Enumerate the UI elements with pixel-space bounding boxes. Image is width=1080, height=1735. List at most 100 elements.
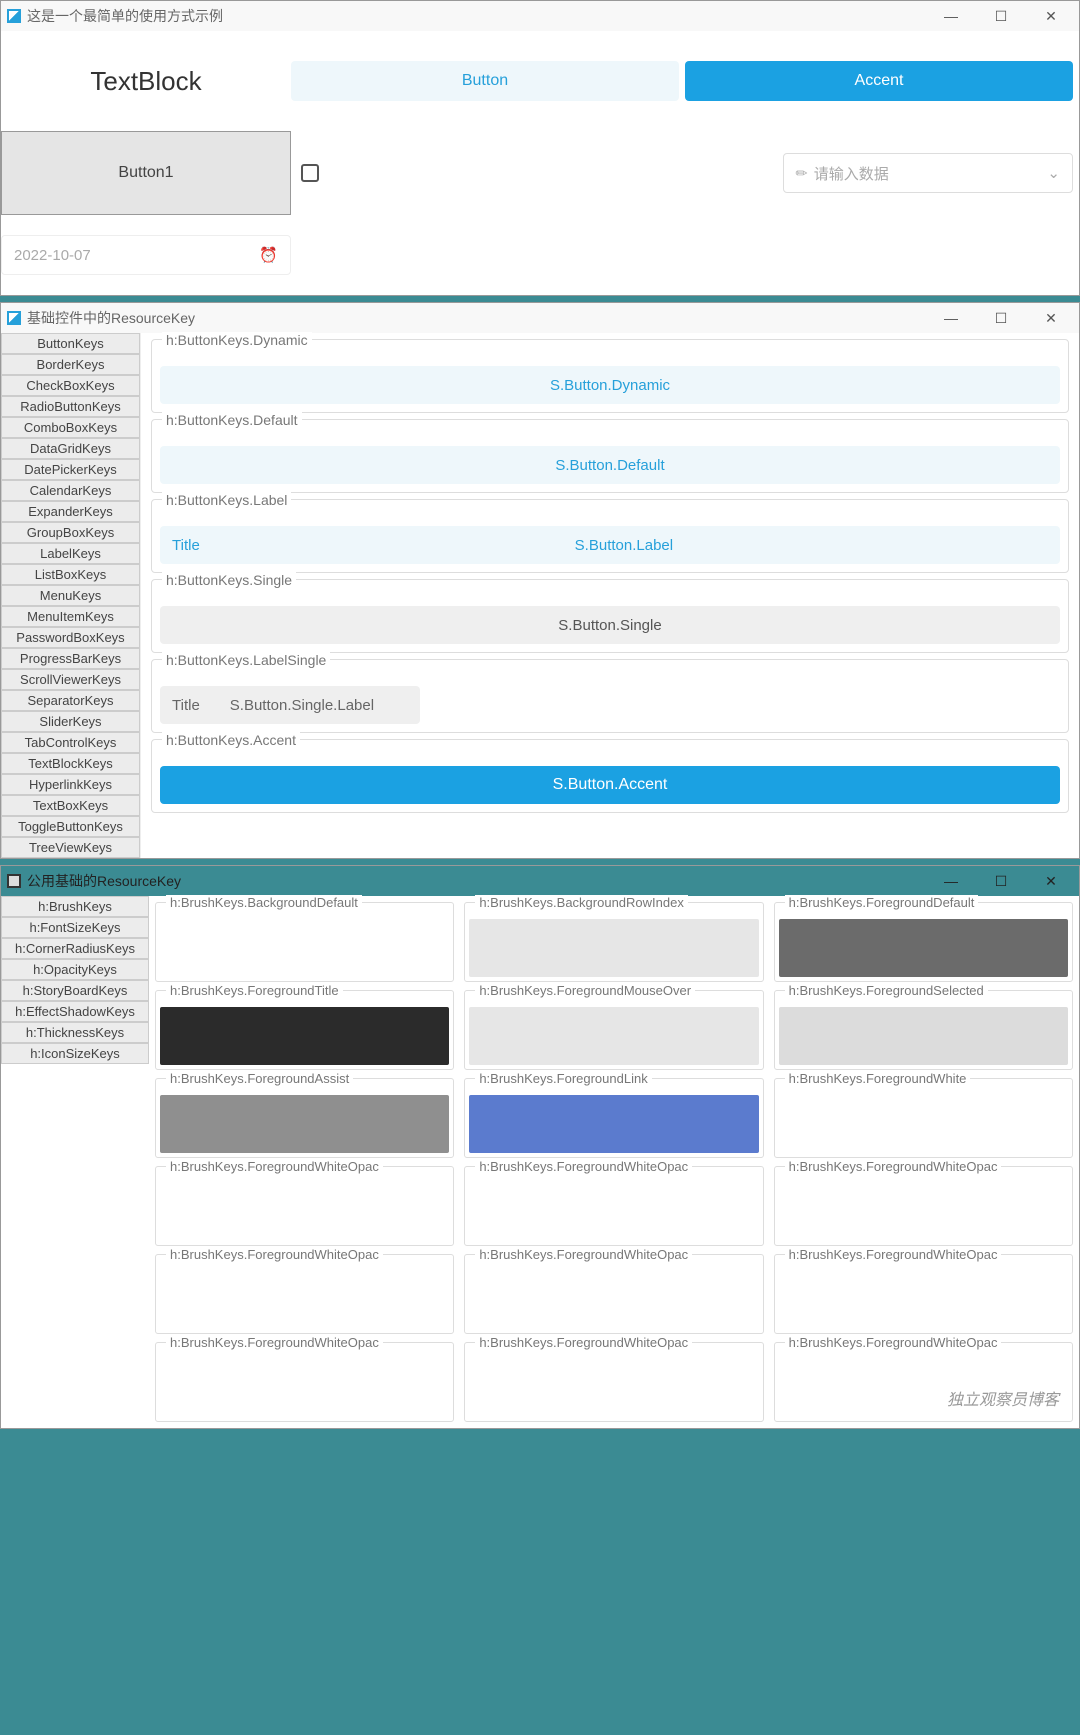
sidebar-item[interactable]: h:OpacityKeys: [1, 959, 149, 980]
window1-body: TextBlock Button Accent Button1 ✎ 请输入数据 …: [1, 31, 1079, 295]
sidebar-item[interactable]: LabelKeys: [1, 543, 140, 564]
sidebar-item[interactable]: ListBoxKeys: [1, 564, 140, 585]
minimize-button[interactable]: —: [929, 304, 973, 332]
swatch-fill: [160, 919, 449, 977]
sidebar-item[interactable]: ButtonKeys: [1, 333, 140, 354]
chevron-down-icon: ⌄: [1047, 164, 1060, 182]
swatch-label: h:BrushKeys.ForegroundAssist: [166, 1071, 353, 1086]
minimize-button[interactable]: —: [929, 2, 973, 30]
sidebar-item[interactable]: MenuItemKeys: [1, 606, 140, 627]
sidebar-item[interactable]: h:ThicknessKeys: [1, 1022, 149, 1043]
button-single[interactable]: S.Button.Single: [160, 606, 1060, 644]
swatch: h:BrushKeys.ForegroundTitle: [155, 990, 454, 1070]
app-icon: [7, 311, 21, 325]
button-label[interactable]: Title S.Button.Label: [160, 526, 1060, 564]
swatch-label: h:BrushKeys.ForegroundWhite: [785, 1071, 971, 1086]
pencil-icon: ✎: [792, 163, 812, 183]
swatch-fill: [160, 1359, 449, 1417]
swatch: h:BrushKeys.ForegroundMouseOver: [464, 990, 763, 1070]
sidebar-item[interactable]: BorderKeys: [1, 354, 140, 375]
sidebar-item[interactable]: ProgressBarKeys: [1, 648, 140, 669]
sidebar-item[interactable]: ComboBoxKeys: [1, 417, 140, 438]
combo-placeholder: 请输入数据: [814, 163, 889, 184]
swatch-label: h:BrushKeys.ForegroundMouseOver: [475, 983, 695, 998]
swatch-fill: [160, 1095, 449, 1153]
sidebar-item[interactable]: DataGridKeys: [1, 438, 140, 459]
swatch-label: h:BrushKeys.ForegroundWhiteOpac: [785, 1247, 1002, 1262]
sidebar-item[interactable]: ScrollViewerKeys: [1, 669, 140, 690]
date-value: 2022-10-07: [14, 247, 91, 264]
group-label: h:ButtonKeys.Single: [162, 572, 296, 588]
swatch-label: h:BrushKeys.ForegroundDefault: [785, 895, 979, 910]
sidebar-item[interactable]: ExpanderKeys: [1, 501, 140, 522]
combobox[interactable]: ✎ 请输入数据 ⌄: [783, 153, 1073, 193]
sidebar-item[interactable]: CalendarKeys: [1, 480, 140, 501]
swatch: h:BrushKeys.ForegroundWhiteOpac: [464, 1342, 763, 1422]
sidebar-item[interactable]: CheckBoxKeys: [1, 375, 140, 396]
swatch-fill: [779, 919, 1068, 977]
group-dynamic: h:ButtonKeys.Dynamic S.Button.Dynamic: [151, 339, 1069, 413]
sidebar-item[interactable]: MenuKeys: [1, 585, 140, 606]
group-label: h:ButtonKeys.Dynamic: [162, 332, 312, 348]
sidebar-item[interactable]: PasswordBoxKeys: [1, 627, 140, 648]
checkbox[interactable]: [301, 164, 319, 182]
swatch-fill: [469, 1095, 758, 1153]
swatch: h:BrushKeys.ForegroundSelected: [774, 990, 1073, 1070]
label-title: Title: [172, 537, 200, 554]
main-panel: h:ButtonKeys.Dynamic S.Button.Dynamic h:…: [141, 333, 1079, 858]
button-dynamic[interactable]: S.Button.Dynamic: [160, 366, 1060, 404]
button-accent[interactable]: Accent: [685, 61, 1073, 101]
swatch-label: h:BrushKeys.BackgroundRowIndex: [475, 895, 688, 910]
app-icon: [7, 874, 21, 888]
titlebar: 公用基础的ResourceKey — ☐ ✕: [1, 866, 1079, 896]
swatch-fill: [779, 1271, 1068, 1329]
sidebar-item[interactable]: TreeViewKeys: [1, 837, 140, 858]
sidebar-item[interactable]: RadioButtonKeys: [1, 396, 140, 417]
app-icon: [7, 9, 21, 23]
sidebar-item[interactable]: HyperlinkKeys: [1, 774, 140, 795]
label-btn: S.Button.Single.Label: [230, 697, 374, 714]
button-labelsingle[interactable]: Title S.Button.Single.Label: [160, 686, 420, 724]
sidebar-item[interactable]: DatePickerKeys: [1, 459, 140, 480]
sidebar-item[interactable]: h:FontSizeKeys: [1, 917, 149, 938]
swatch-label: h:BrushKeys.ForegroundWhiteOpac: [785, 1159, 1002, 1174]
maximize-button[interactable]: ☐: [979, 2, 1023, 30]
close-button[interactable]: ✕: [1029, 2, 1073, 30]
swatch: h:BrushKeys.BackgroundDefault: [155, 902, 454, 982]
sidebar-item[interactable]: h:IconSizeKeys: [1, 1043, 149, 1064]
sidebar-item[interactable]: TextBlockKeys: [1, 753, 140, 774]
sidebar-item[interactable]: h:EffectShadowKeys: [1, 1001, 149, 1022]
swatch-fill: [160, 1007, 449, 1065]
button1[interactable]: Button1: [1, 131, 291, 215]
window-title: 基础控件中的ResourceKey: [27, 308, 195, 328]
datepicker[interactable]: 2022-10-07 ⏰: [1, 235, 291, 275]
swatch: h:BrushKeys.ForegroundDefault: [774, 902, 1073, 982]
maximize-button[interactable]: ☐: [979, 304, 1023, 332]
window-common-resourcekey: 公用基础的ResourceKey — ☐ ✕ h:BrushKeysh:Font…: [0, 865, 1080, 1429]
swatch: h:BrushKeys.ForegroundWhiteOpac: [774, 1342, 1073, 1422]
titlebar: 基础控件中的ResourceKey — ☐ ✕: [1, 303, 1079, 333]
window-simple-example: 这是一个最简单的使用方式示例 — ☐ ✕ TextBlock Button Ac…: [0, 0, 1080, 296]
group-label: h:ButtonKeys.Default: [162, 412, 302, 428]
watermark: 独立观察员博客: [947, 1386, 1059, 1410]
sidebar-item[interactable]: GroupBoxKeys: [1, 522, 140, 543]
button-accent[interactable]: S.Button.Accent: [160, 766, 1060, 804]
button-default[interactable]: S.Button.Default: [160, 446, 1060, 484]
swatch: h:BrushKeys.ForegroundWhiteOpac: [155, 1166, 454, 1246]
sidebar-item[interactable]: TextBoxKeys: [1, 795, 140, 816]
minimize-button[interactable]: —: [929, 867, 973, 895]
maximize-button[interactable]: ☐: [979, 867, 1023, 895]
close-button[interactable]: ✕: [1029, 304, 1073, 332]
sidebar-item[interactable]: SeparatorKeys: [1, 690, 140, 711]
sidebar-item[interactable]: h:CornerRadiusKeys: [1, 938, 149, 959]
group-accent: h:ButtonKeys.Accent S.Button.Accent: [151, 739, 1069, 813]
sidebar-item[interactable]: h:BrushKeys: [1, 896, 149, 917]
button-default[interactable]: Button: [291, 61, 679, 101]
swatch-label: h:BrushKeys.ForegroundSelected: [785, 983, 988, 998]
swatch-fill: [469, 1271, 758, 1329]
sidebar-item[interactable]: ToggleButtonKeys: [1, 816, 140, 837]
sidebar-item[interactable]: SliderKeys: [1, 711, 140, 732]
close-button[interactable]: ✕: [1029, 867, 1073, 895]
sidebar-item[interactable]: TabControlKeys: [1, 732, 140, 753]
sidebar-item[interactable]: h:StoryBoardKeys: [1, 980, 149, 1001]
